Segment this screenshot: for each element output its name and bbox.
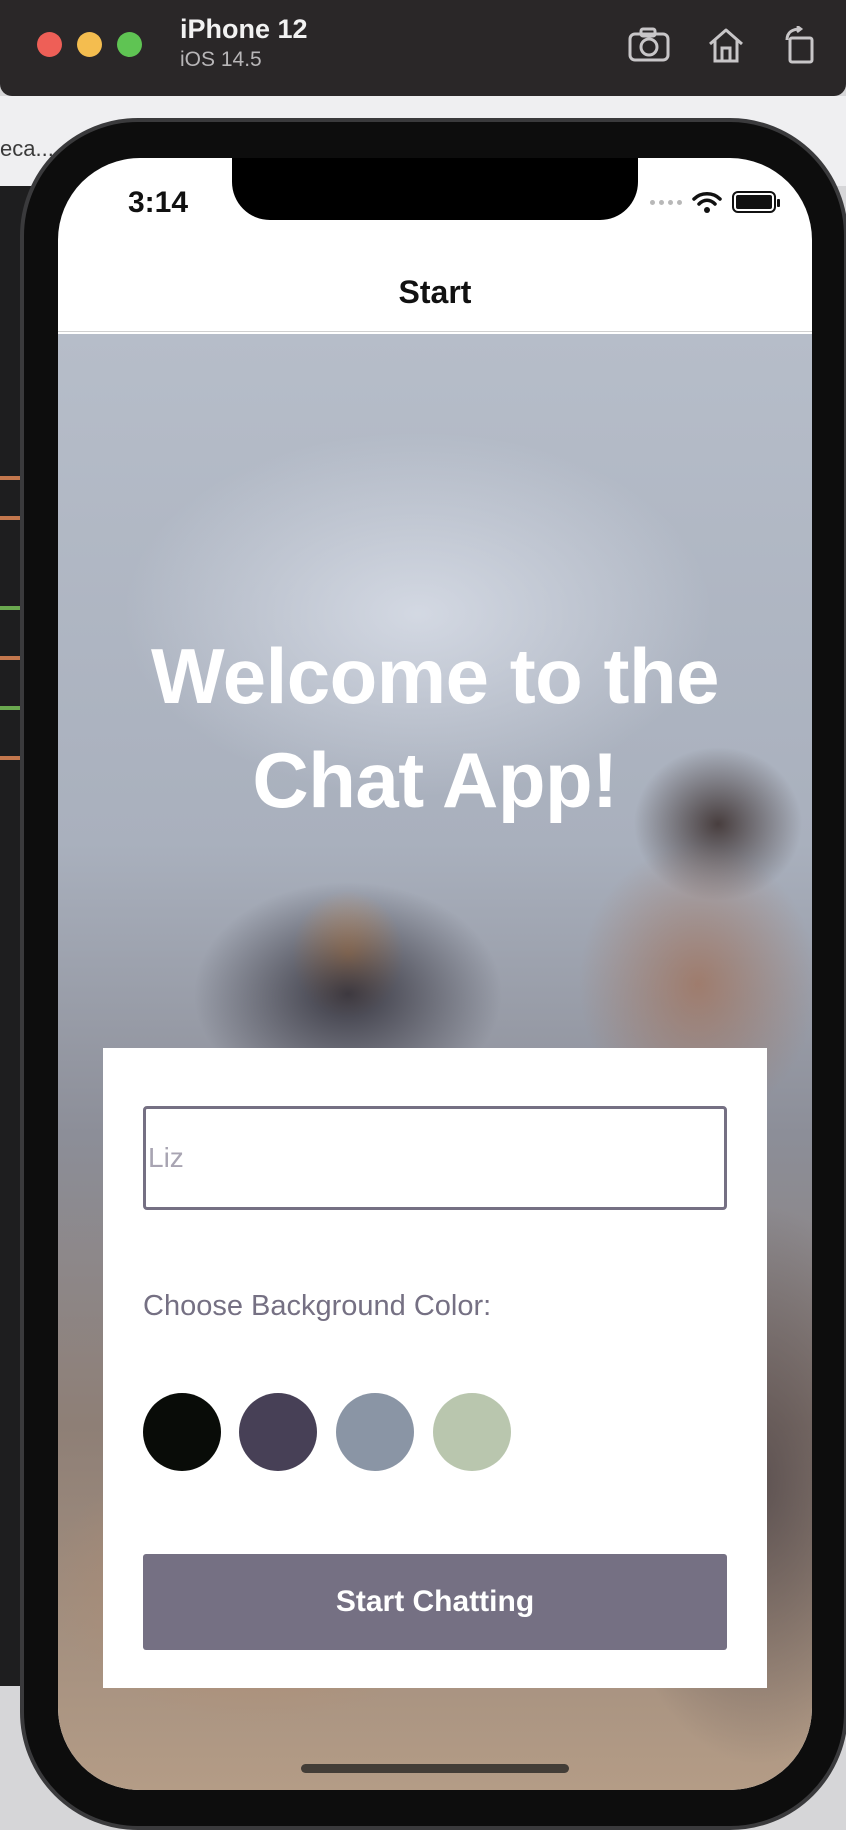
status-time: 3:14 xyxy=(128,186,189,219)
notch xyxy=(232,158,638,220)
rotate-icon xyxy=(785,26,814,64)
start-chatting-button[interactable]: Start Chatting xyxy=(143,1554,727,1650)
close-window-button[interactable] xyxy=(37,32,62,57)
home-icon xyxy=(709,28,743,63)
app-title: Welcome to the Chat App! xyxy=(58,624,812,832)
device-os-version: iOS 14.5 xyxy=(180,48,262,71)
status-icons xyxy=(650,190,780,214)
home-button[interactable] xyxy=(702,22,750,68)
rotate-button[interactable] xyxy=(776,22,824,68)
color-choice-label: Choose Background Color: xyxy=(143,1290,492,1322)
wifi-icon xyxy=(692,192,722,213)
nav-title: Start xyxy=(398,274,472,310)
start-form-panel: Choose Background Color: Start Chatting xyxy=(103,1048,767,1688)
name-input[interactable] xyxy=(143,1106,727,1210)
color-swatch-black[interactable] xyxy=(143,1393,221,1471)
color-swatch-green[interactable] xyxy=(433,1393,511,1471)
camera-icon xyxy=(628,27,670,62)
device-name: iPhone 12 xyxy=(180,14,308,44)
app-title-line2: Chat App! xyxy=(252,736,618,824)
zoom-window-button[interactable] xyxy=(117,32,142,57)
home-indicator[interactable] xyxy=(301,1764,569,1773)
phone-screen: 3:14 Start Welcome to the Chat App! Choo… xyxy=(58,158,812,1790)
navigation-bar: Start xyxy=(58,254,812,332)
minimize-window-button[interactable] xyxy=(77,32,102,57)
simulator-titlebar: iPhone 12 iOS 14.5 xyxy=(0,0,846,96)
screenshot-button[interactable] xyxy=(625,22,673,68)
cellular-signal-icon xyxy=(650,199,682,205)
battery-icon xyxy=(732,191,780,213)
desktop-tab-label: eca... xyxy=(0,136,54,161)
color-swatch-grey[interactable] xyxy=(336,1393,414,1471)
color-swatch-purple[interactable] xyxy=(239,1393,317,1471)
app-title-line1: Welcome to the xyxy=(151,632,719,720)
